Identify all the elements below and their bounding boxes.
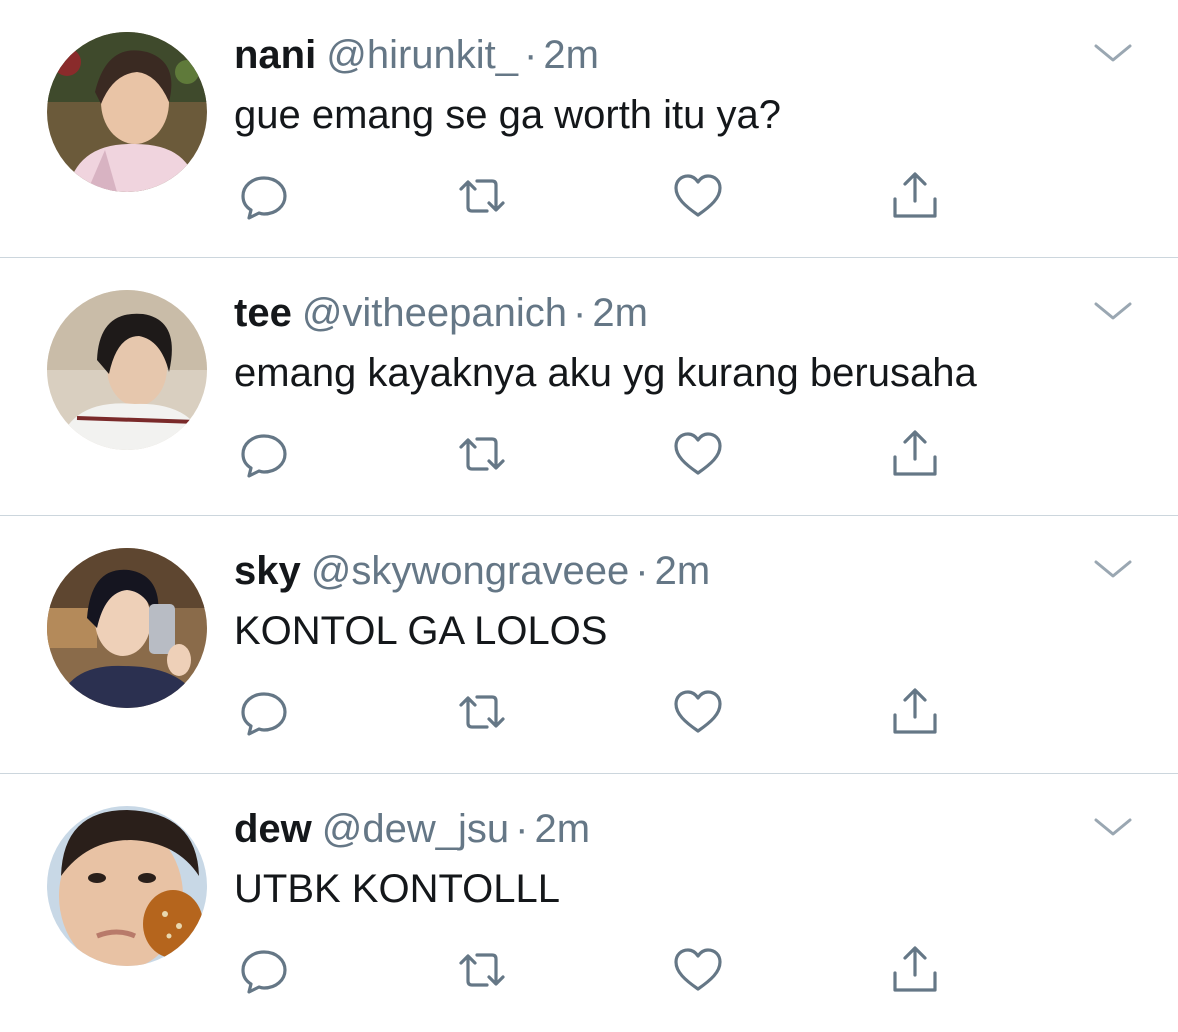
reply-button[interactable] — [231, 421, 297, 487]
like-icon — [674, 174, 722, 217]
share-icon — [893, 430, 937, 476]
share-button[interactable] — [882, 679, 948, 745]
like-button[interactable] — [665, 421, 731, 487]
tweet-actions — [0, 679, 1178, 745]
chevron-down-icon[interactable] — [1090, 296, 1136, 326]
chevron-down-icon[interactable] — [1090, 554, 1136, 584]
separator-dot: · — [635, 549, 649, 593]
reply-icon — [241, 434, 287, 478]
reply-button[interactable] — [231, 937, 297, 1003]
timestamp[interactable]: 2m — [543, 33, 599, 77]
share-icon — [893, 946, 937, 992]
reply-button[interactable] — [231, 679, 297, 745]
share-icon — [893, 172, 937, 218]
like-button[interactable] — [665, 163, 731, 229]
user-handle[interactable]: @dew_jsu — [322, 807, 509, 851]
separator-dot: · — [524, 33, 538, 77]
retweet-button[interactable] — [449, 421, 515, 487]
like-icon — [674, 948, 722, 991]
retweet-button[interactable] — [449, 679, 515, 745]
user-handle[interactable]: @vitheepanich — [302, 291, 567, 335]
share-button[interactable] — [882, 163, 948, 229]
tweet[interactable]: tee @vitheepanich · 2m emang kayaknya aku y… — [0, 258, 1178, 516]
share-icon — [893, 688, 937, 734]
like-icon — [674, 432, 722, 475]
timestamp[interactable]: 2m — [592, 291, 648, 335]
like-icon — [674, 690, 722, 733]
timestamp[interactable]: 2m — [535, 807, 591, 851]
tweet-actions — [0, 421, 1178, 487]
retweet-icon — [459, 179, 505, 213]
tweet-header: dew @dew_jsu · 2m — [234, 804, 590, 854]
retweet-button[interactable] — [449, 163, 515, 229]
chevron-down-icon[interactable] — [1090, 812, 1136, 842]
retweet-icon — [459, 437, 505, 471]
tweet-text: KONTOL GA LOLOS — [234, 609, 608, 653]
user-handle[interactable]: @skywongraveee — [311, 549, 630, 593]
chevron-down-icon[interactable] — [1090, 38, 1136, 68]
display-name[interactable]: tee — [234, 291, 292, 335]
tweet-actions — [0, 937, 1178, 1003]
tweet-header: tee @vitheepanich · 2m — [234, 288, 648, 338]
retweet-icon — [459, 695, 505, 729]
user-handle[interactable]: @hirunkit_ — [326, 33, 518, 77]
share-button[interactable] — [882, 421, 948, 487]
tweet-header: sky @skywongraveee · 2m — [234, 546, 710, 596]
reply-button[interactable] — [231, 163, 297, 229]
timestamp[interactable]: 2m — [655, 549, 711, 593]
reply-icon — [241, 692, 287, 736]
retweet-icon — [459, 953, 505, 987]
separator-dot: · — [573, 291, 587, 335]
display-name[interactable]: nani — [234, 33, 316, 77]
reply-icon — [241, 950, 287, 994]
reply-icon — [241, 176, 287, 220]
display-name[interactable]: sky — [234, 549, 301, 593]
tweet[interactable]: nani @hirunkit_ · 2m gue emang se ga worth … — [0, 0, 1178, 258]
display-name[interactable]: dew — [234, 807, 312, 851]
separator-dot: · — [515, 807, 529, 851]
retweet-button[interactable] — [449, 937, 515, 1003]
timeline: nani @hirunkit_ · 2m gue emang se ga worth … — [0, 0, 1178, 1023]
share-button[interactable] — [882, 937, 948, 1003]
like-button[interactable] — [665, 679, 731, 745]
tweet[interactable]: sky @skywongraveee · 2m KONTOL GA LOLOS — [0, 516, 1178, 774]
tweet-text: UTBK KONTOLLL — [234, 867, 561, 911]
like-button[interactable] — [665, 937, 731, 1003]
tweet-actions — [0, 163, 1178, 229]
tweet-header: nani @hirunkit_ · 2m — [234, 30, 599, 80]
tweet[interactable]: dew @dew_jsu · 2m UTBK KONTOLLL — [0, 774, 1178, 1032]
tweet-text: emang kayaknya aku yg kurang berusaha — [234, 351, 977, 395]
tweet-text: gue emang se ga worth itu ya? — [234, 93, 782, 137]
